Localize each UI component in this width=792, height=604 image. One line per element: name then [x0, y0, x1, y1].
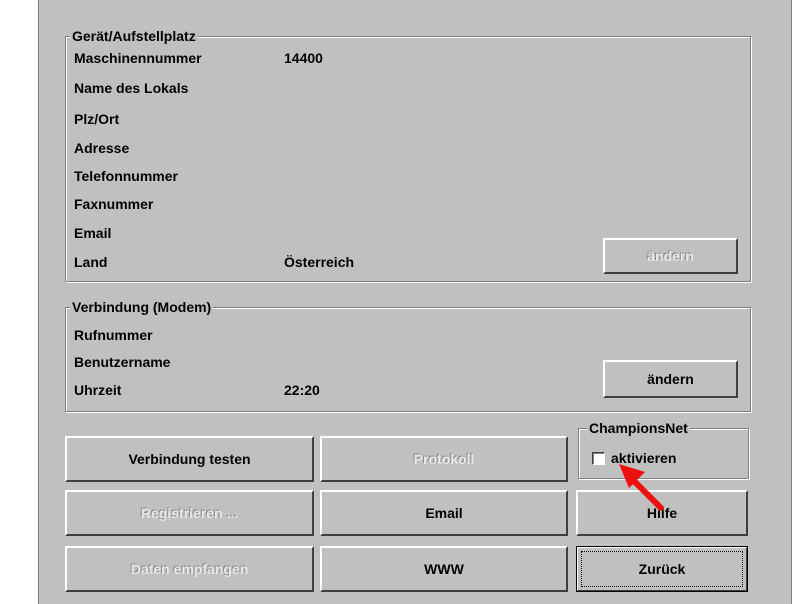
modem-change-button[interactable]: ändern	[603, 360, 738, 398]
email-button[interactable]: Email	[320, 490, 568, 536]
www-button[interactable]: WWW	[320, 546, 568, 592]
test-connection-button-label: Verbindung testen	[128, 451, 251, 467]
receive-data-button[interactable]: Daten empfangen	[65, 546, 314, 592]
log-button[interactable]: Protokoll	[320, 436, 568, 482]
machine-number-value: 14400	[284, 50, 323, 66]
venue-name-label: Name des Lokals	[74, 80, 189, 96]
phone-number-label: Rufnummer	[74, 327, 153, 343]
phone-label: Telefonnummer	[74, 168, 178, 184]
machine-number-label: Maschinennummer	[74, 50, 202, 66]
register-button[interactable]: Registrieren ...	[65, 490, 314, 536]
annotation-arrow-icon	[619, 464, 664, 511]
zip-city-label: Plz/Ort	[74, 111, 120, 127]
address-label: Adresse	[74, 140, 130, 156]
modem-change-button-label: ändern	[647, 371, 694, 387]
receive-data-button-label: Daten empfangen	[130, 561, 249, 577]
www-button-label: WWW	[424, 561, 464, 577]
email-label: Email	[74, 225, 112, 241]
device-location-legend: Gerät/Aufstellplatz	[70, 28, 198, 44]
time-value: 22:20	[284, 382, 320, 398]
back-button-focus-ring	[581, 551, 743, 587]
test-connection-button[interactable]: Verbindung testen	[65, 436, 314, 482]
modem-connection-legend: Verbindung (Modem)	[70, 299, 214, 315]
log-button-label: Protokoll	[413, 451, 475, 467]
settings-dialog: Gerät/Aufstellplatz Maschinennummer 1440…	[38, 0, 792, 604]
username-label: Benutzername	[74, 354, 171, 370]
country-value: Österreich	[284, 254, 355, 270]
register-button-label: Registrieren ...	[140, 505, 239, 521]
championsnet-activate-checkbox[interactable]	[592, 452, 605, 465]
device-change-button[interactable]: ändern	[603, 238, 738, 274]
fax-label: Faxnummer	[74, 196, 154, 212]
email-button-label: Email	[425, 505, 463, 521]
championsnet-legend: ChampionsNet	[587, 420, 690, 436]
time-label: Uhrzeit	[74, 382, 122, 398]
country-label: Land	[74, 254, 108, 270]
back-button[interactable]: Zurück	[576, 546, 748, 592]
device-change-button-label: ändern	[647, 248, 694, 264]
